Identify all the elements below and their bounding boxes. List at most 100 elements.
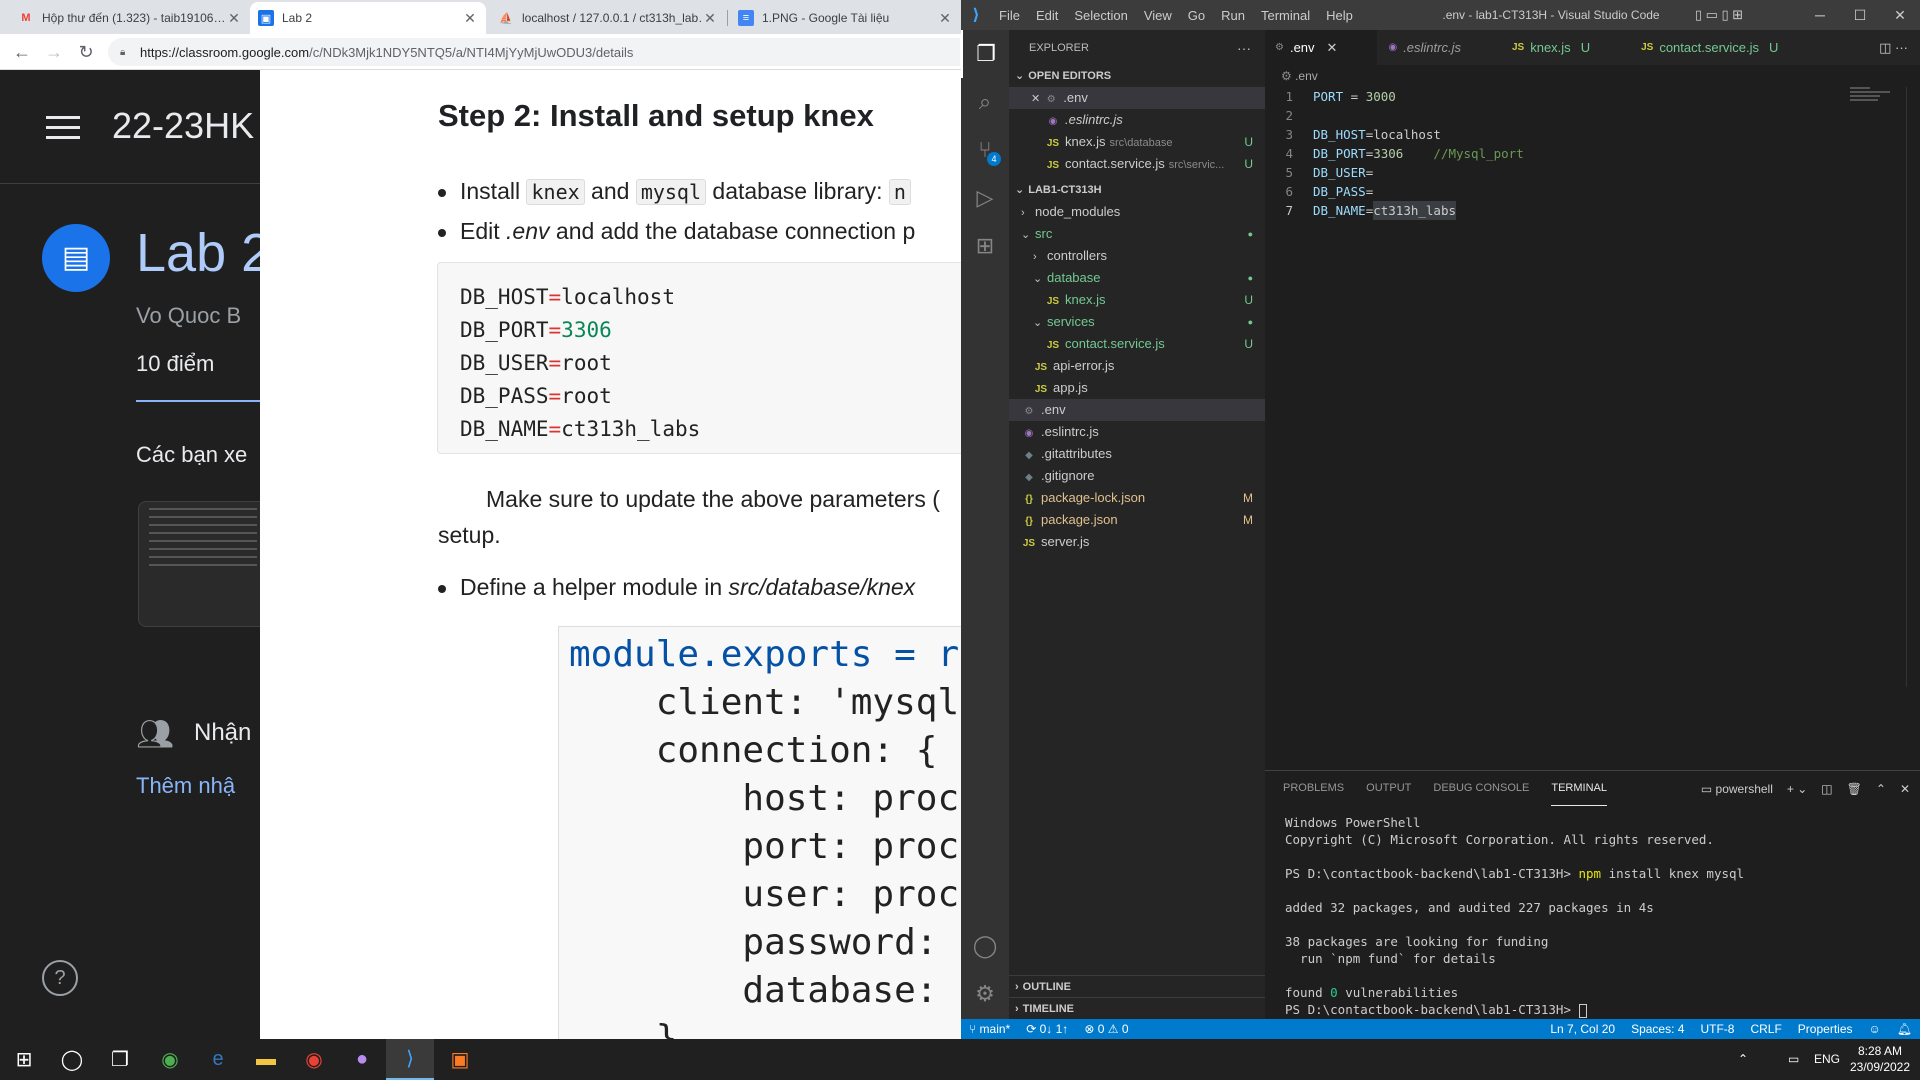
forward-arrow-icon[interactable]: → bbox=[42, 40, 66, 64]
tree-item-app-js[interactable]: JS app.js bbox=[1009, 377, 1265, 399]
account-icon[interactable]: ◯ bbox=[961, 922, 1009, 970]
close-tab-icon[interactable]: ✕ bbox=[226, 10, 242, 27]
task-view-icon[interactable]: ❐ bbox=[96, 1039, 144, 1080]
cursor-position[interactable]: Ln 7, Col 20 bbox=[1542, 1022, 1623, 1036]
vscode-app-icon[interactable]: ⟩ bbox=[386, 1039, 434, 1080]
minimap[interactable] bbox=[1850, 87, 1910, 107]
problems-status[interactable]: ⊗ 0 ⚠ 0 bbox=[1076, 1022, 1136, 1036]
branch-status[interactable]: ⑂ main* bbox=[961, 1022, 1018, 1036]
tree-item-contact-service-js[interactable]: JS contact.service.js U bbox=[1009, 333, 1265, 355]
maximize-panel-icon[interactable]: ⌃ bbox=[1876, 782, 1886, 796]
close-icon[interactable]: ✕ bbox=[1031, 93, 1043, 105]
panel-tab-terminal[interactable]: TERMINAL bbox=[1551, 771, 1607, 806]
close-panel-icon[interactable]: ✕ bbox=[1900, 782, 1910, 796]
clock[interactable]: 8:28 AM 23/09/2022 bbox=[1845, 1043, 1915, 1075]
open-editor-item[interactable]: JS knex.js src\database U bbox=[1009, 131, 1265, 153]
editor-tab-eslintrc-js[interactable]: ◉ .eslintrc.js bbox=[1378, 30, 1502, 65]
close-tab-icon[interactable]: ✕ bbox=[702, 10, 718, 27]
back-arrow-icon[interactable]: ← bbox=[10, 40, 34, 64]
tree-item-env[interactable]: ⚙ .env bbox=[1009, 399, 1265, 421]
terminal-shell-selector[interactable]: ▭ powershell bbox=[1701, 782, 1773, 796]
split-terminal-icon[interactable]: ◫ bbox=[1821, 782, 1832, 796]
browser-tab-docs[interactable]: ≡ 1.PNG - Google Tài liệu ✕ bbox=[730, 2, 961, 34]
open-editor-item[interactable]: ✕ ⚙ .env bbox=[1009, 87, 1265, 109]
tree-item-api-error-js[interactable]: JS api-error.js bbox=[1009, 355, 1265, 377]
input-language[interactable]: ENG bbox=[1814, 1039, 1840, 1080]
indentation[interactable]: Spaces: 4 bbox=[1623, 1022, 1692, 1036]
open-editor-item[interactable]: ◉ .eslintrc.js bbox=[1009, 109, 1265, 131]
menu-help[interactable]: Help bbox=[1318, 8, 1361, 23]
language-mode[interactable]: Properties bbox=[1790, 1022, 1861, 1036]
tree-item-package-lock-json[interactable]: {} package-lock.json M bbox=[1009, 487, 1265, 509]
menu-view[interactable]: View bbox=[1136, 8, 1180, 23]
search-circle-icon[interactable]: ◯ bbox=[48, 1039, 96, 1080]
add-comment-link[interactable]: Thêm nhậ bbox=[136, 773, 235, 799]
menu-edit[interactable]: Edit bbox=[1028, 8, 1066, 23]
menu-terminal[interactable]: Terminal bbox=[1253, 8, 1318, 23]
menu-run[interactable]: Run bbox=[1213, 8, 1253, 23]
settings-gear-icon[interactable]: ⚙ bbox=[961, 970, 1009, 1018]
project-section[interactable]: ⌄ LAB1-CT313H bbox=[1009, 179, 1265, 201]
panel-tab-debug-console[interactable]: DEBUG CONSOLE bbox=[1433, 771, 1529, 806]
more-actions-icon[interactable]: ··· bbox=[1237, 40, 1251, 56]
tree-item-src[interactable]: ⌄ src ● bbox=[1009, 223, 1265, 245]
trash-icon[interactable]: 🗑︎ bbox=[1847, 782, 1862, 796]
menu-file[interactable]: File bbox=[991, 8, 1028, 23]
panel-tab-problems[interactable]: PROBLEMS bbox=[1283, 771, 1344, 806]
tree-item-database[interactable]: ⌄ database ● bbox=[1009, 267, 1265, 289]
file-explorer-icon[interactable]: ▬ bbox=[242, 1039, 290, 1080]
tree-item-eslintrc-js[interactable]: ◉ .eslintrc.js bbox=[1009, 421, 1265, 443]
address-bar[interactable]: 🔒︎ https://classroom.google.com/c/NDk3Mj… bbox=[108, 38, 960, 66]
close-tab-icon[interactable]: ✕ bbox=[937, 10, 953, 27]
chrome-profile-app-icon[interactable]: ◉ bbox=[290, 1039, 338, 1080]
tree-item-server-js[interactable]: JS server.js bbox=[1009, 531, 1265, 553]
feedback-icon[interactable]: ☺ bbox=[1861, 1022, 1889, 1036]
reload-icon[interactable]: ↻ bbox=[74, 40, 98, 64]
close-window-icon[interactable]: ✕ bbox=[1880, 0, 1920, 30]
github-desktop-icon[interactable]: ● bbox=[338, 1039, 386, 1080]
tray-chevron-icon[interactable]: ⌃ bbox=[1738, 1039, 1748, 1080]
extensions-icon[interactable]: ⊞ bbox=[961, 222, 1009, 270]
windows-start-icon[interactable]: ⊞ bbox=[0, 1039, 48, 1080]
tree-item-controllers[interactable]: › controllers bbox=[1009, 245, 1265, 267]
tree-item-gitignore[interactable]: ◆ .gitignore bbox=[1009, 465, 1265, 487]
editor-tab-knex-js[interactable]: JS knex.js U bbox=[1501, 30, 1632, 65]
edge-app-icon[interactable]: e bbox=[194, 1039, 242, 1080]
minimize-icon[interactable]: ─ bbox=[1800, 0, 1840, 30]
layout-toggle-icons[interactable]: ▯ ▭ ▯ ⊞ bbox=[1679, 0, 1759, 30]
open-editors-section[interactable]: ⌄ OPEN EDITORS bbox=[1009, 65, 1265, 87]
network-icon[interactable]: ▭ bbox=[1788, 1039, 1799, 1080]
editor-tab-env[interactable]: ⚙ .env ✕ bbox=[1265, 30, 1379, 65]
browser-tab-gmail[interactable]: M Hộp thư đến (1.323) - taib19106… ✕ bbox=[10, 2, 250, 34]
maximize-icon[interactable]: ☐ bbox=[1840, 0, 1880, 30]
tree-item-services[interactable]: ⌄ services ● bbox=[1009, 311, 1265, 333]
tree-item-gitattributes[interactable]: ◆ .gitattributes bbox=[1009, 443, 1265, 465]
browser-tab-phpmyadmin[interactable]: ⛵ localhost / 127.0.0.1 / ct313h_lab… ✕ bbox=[490, 2, 726, 34]
attachment-thumbnail[interactable] bbox=[138, 501, 268, 627]
explorer-icon[interactable]: ❐ bbox=[961, 30, 1009, 78]
xampp-app-icon[interactable]: ▣ bbox=[436, 1039, 484, 1080]
breadcrumb[interactable]: ⚙ .env bbox=[1265, 65, 1920, 87]
code-editor[interactable]: 1 PORT = 3000 2 3 DB_HOST = localhost 4 DB_PORT =… bbox=[1265, 87, 1920, 220]
chrome-app-icon[interactable]: ◉ bbox=[146, 1039, 194, 1080]
editor-tab-contact-service-js[interactable]: JS contact.service.js U bbox=[1631, 30, 1820, 65]
terminal-output[interactable]: Windows PowerShell Copyright (C) Microsof… bbox=[1265, 806, 1920, 1026]
source-control-icon[interactable]: ⑂ 4 bbox=[961, 126, 1009, 174]
tree-item-package-json[interactable]: {} package.json M bbox=[1009, 509, 1265, 531]
close-tab-icon[interactable]: ✕ bbox=[1327, 40, 1338, 56]
close-tab-icon[interactable]: ✕ bbox=[462, 10, 478, 27]
tree-item-knex-js[interactable]: JS knex.js U bbox=[1009, 289, 1265, 311]
panel-tab-output[interactable]: OUTPUT bbox=[1366, 771, 1411, 806]
outline-section[interactable]: › OUTLINE bbox=[1009, 975, 1265, 997]
menu-selection[interactable]: Selection bbox=[1066, 8, 1135, 23]
open-editor-item[interactable]: JS contact.service.js src\servic... U bbox=[1009, 153, 1265, 175]
menu-go[interactable]: Go bbox=[1180, 8, 1213, 23]
timeline-section[interactable]: › TIMELINE bbox=[1009, 997, 1265, 1019]
run-debug-icon[interactable]: ▷ bbox=[961, 174, 1009, 222]
browser-tab-lab2[interactable]: ▣ Lab 2 ✕ bbox=[250, 2, 486, 34]
course-name[interactable]: 22-23HK bbox=[112, 105, 254, 147]
notifications-bell-icon[interactable]: 🔔︎ bbox=[1889, 1022, 1920, 1036]
hamburger-menu-icon[interactable] bbox=[46, 116, 80, 140]
encoding[interactable]: UTF-8 bbox=[1692, 1022, 1742, 1036]
help-icon[interactable]: ? bbox=[42, 960, 78, 996]
